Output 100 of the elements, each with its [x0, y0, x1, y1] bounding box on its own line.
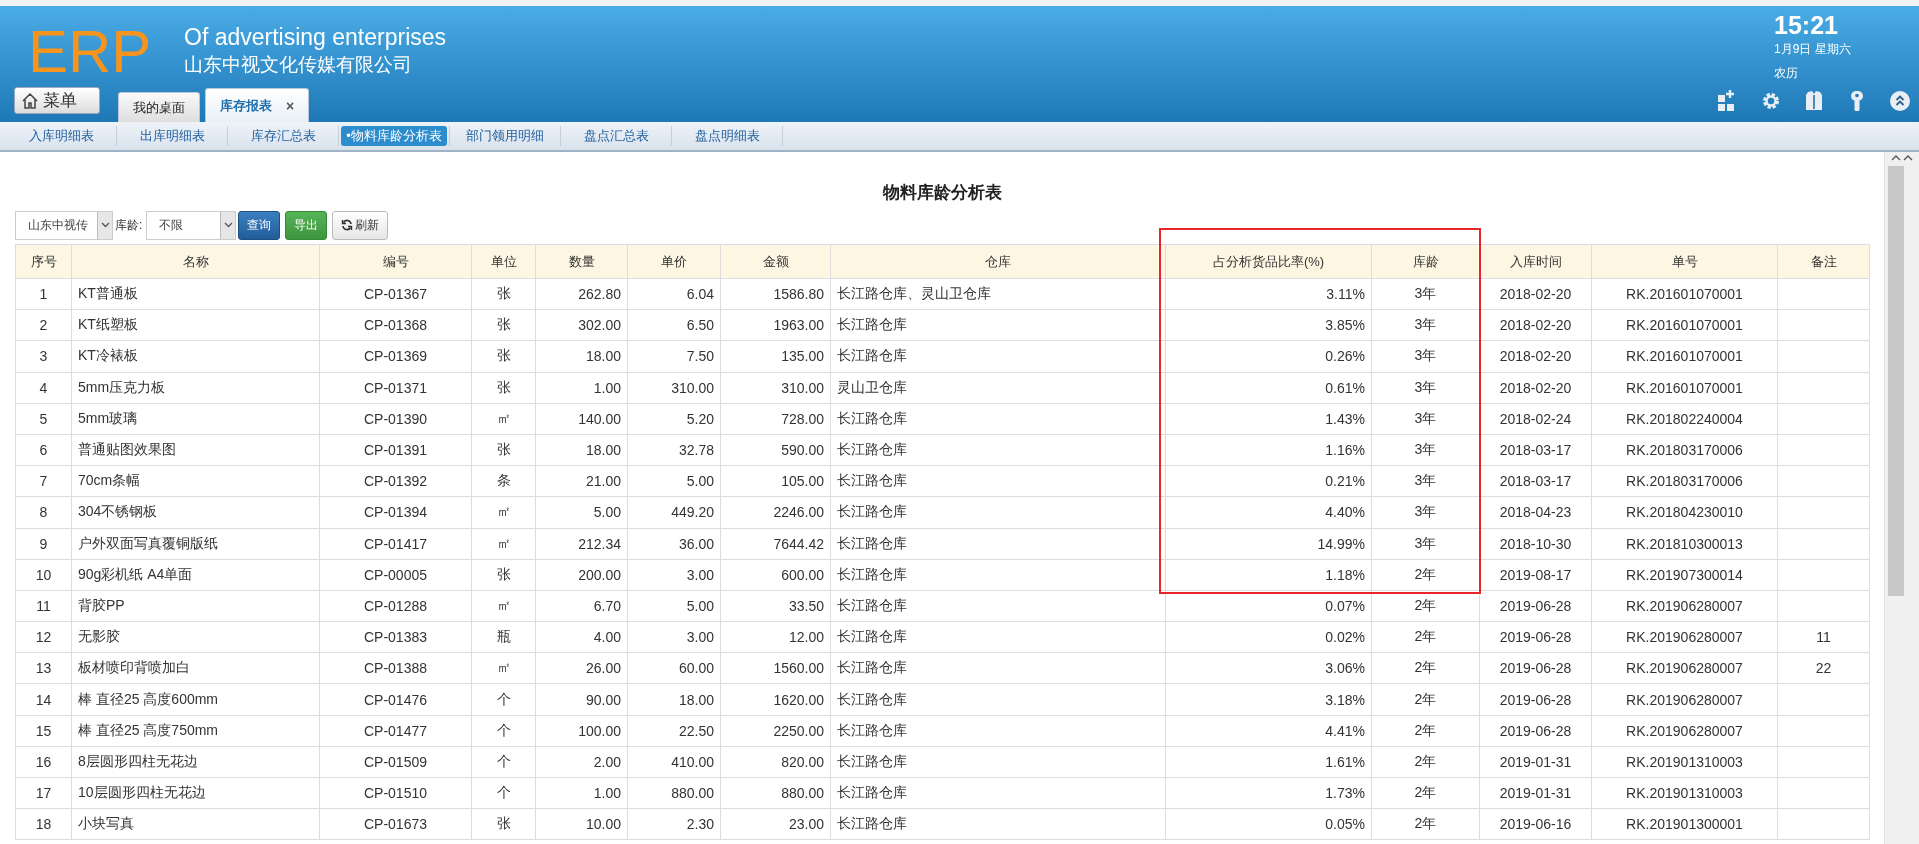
column-header: 编号	[319, 244, 472, 279]
table-cell: 18	[15, 808, 72, 840]
refresh-button[interactable]: 刷新	[332, 210, 389, 240]
table-cell: 8	[15, 496, 72, 528]
table-cell: RK.201601070001	[1591, 278, 1778, 310]
table-cell: 302.00	[535, 309, 628, 341]
menu-button[interactable]: 菜单	[14, 87, 100, 114]
table-cell: 2019-08-17	[1479, 559, 1592, 591]
table-cell: 3.11%	[1165, 278, 1372, 310]
table-cell: 张	[471, 808, 536, 840]
table-cell: 5mm玻璃	[71, 403, 320, 435]
table-cell: 140.00	[535, 403, 628, 435]
report-tab[interactable]: 库存汇总表	[245, 126, 321, 146]
table-cell: 板材喷印背喷加白	[71, 652, 320, 684]
table-cell: 36.00	[627, 528, 721, 560]
table-cell: CP-01394	[319, 496, 472, 528]
table-cell: 14	[15, 683, 72, 716]
table-cell: 0.02%	[1165, 621, 1372, 653]
table-cell: 6	[15, 434, 72, 466]
table-cell: ㎡	[471, 590, 536, 622]
table-cell: 22	[1777, 652, 1870, 684]
report-tab[interactable]: 盘点汇总表	[578, 126, 654, 146]
report-tab[interactable]: 部门领用明细	[461, 126, 549, 146]
table-cell: 张	[471, 559, 536, 591]
table-cell: 长江路仓库	[830, 528, 1166, 560]
shirt-icon[interactable]	[1803, 89, 1825, 112]
table-cell: 2019-06-28	[1479, 621, 1592, 653]
table-cell: 0.05%	[1165, 808, 1372, 840]
table-cell: RK.201803170006	[1591, 434, 1778, 466]
report-tab[interactable]: 出库明细表	[134, 126, 210, 146]
table-cell: 2018-03-17	[1479, 434, 1592, 466]
table-cell: 3.00	[627, 559, 721, 591]
column-header: 单位	[471, 244, 536, 279]
lunar-calendar-link[interactable]: 农历	[1774, 64, 1889, 82]
tab[interactable]: 库存报表 ×	[205, 88, 310, 122]
table-cell: 4.00	[535, 621, 628, 653]
table-cell: CP-01371	[319, 372, 472, 404]
table-cell: CP-01383	[319, 621, 472, 653]
table-cell: 0.26%	[1165, 340, 1372, 373]
table-cell: 条	[471, 465, 536, 497]
table-cell: 2	[15, 309, 72, 341]
scroll-up-icon[interactable]	[1890, 154, 1914, 162]
table-cell: RK.201906280007	[1591, 683, 1778, 716]
table-cell: 2019-06-28	[1479, 683, 1592, 716]
table-cell: 2018-02-20	[1479, 372, 1592, 404]
table-cell: KT普通板	[71, 278, 320, 310]
table-cell: 个	[471, 777, 536, 809]
table-cell: 长江路仓库	[830, 559, 1166, 591]
table-cell: 135.00	[720, 340, 831, 373]
table-cell: 2018-02-24	[1479, 403, 1592, 435]
close-icon[interactable]: ×	[286, 97, 295, 114]
table-cell: RK.201901300001	[1591, 808, 1778, 840]
table-cell: 2018-02-20	[1479, 278, 1592, 310]
table-cell: CP-01392	[319, 465, 472, 497]
table-cell: 长江路仓库、灵山卫仓库	[830, 278, 1166, 310]
table-cell: 26.00	[535, 652, 628, 684]
table-cell: 21.00	[535, 465, 628, 497]
refresh-icon	[341, 219, 354, 231]
query-button[interactable]: 查询	[238, 210, 281, 240]
report-tab[interactable]: 盘点明细表	[689, 126, 765, 146]
table-cell: 5.00	[627, 590, 721, 622]
export-button[interactable]: 导出	[285, 210, 328, 240]
table-cell: 8层圆形四柱无花边	[71, 746, 320, 778]
column-header: 名称	[71, 244, 320, 279]
table-cell: 1.18%	[1165, 559, 1372, 591]
table-cell: 4.41%	[1165, 715, 1372, 747]
table-cell: 449.20	[627, 496, 721, 528]
table-cell: 18.00	[535, 340, 628, 373]
chevron-down-icon	[100, 222, 110, 228]
table-cell: RK.201907300014	[1591, 559, 1778, 591]
report-tab[interactable]: •物料库龄分析表	[341, 126, 447, 146]
table-cell: 1.00	[535, 372, 628, 404]
table-cell: ㎡	[471, 528, 536, 560]
table-cell: 9	[15, 528, 72, 560]
tab[interactable]: 我的桌面	[118, 92, 200, 122]
collapse-icon[interactable]	[1889, 89, 1911, 112]
table-cell: 11	[1777, 621, 1870, 653]
table-cell: 10层圆形四柱无花边	[71, 777, 320, 809]
report-tab[interactable]: 入库明细表	[23, 126, 99, 146]
table-cell: 长江路仓库	[830, 715, 1166, 747]
table-cell: 3.85%	[1165, 309, 1372, 341]
table-cell: 728.00	[720, 403, 831, 435]
dropdown[interactable]: 山东中视传	[15, 210, 113, 240]
table-cell: 小块写真	[71, 808, 320, 840]
table-cell: 12.00	[720, 621, 831, 653]
table-cell: 1560.00	[720, 652, 831, 684]
table-cell: 212.34	[535, 528, 628, 560]
table-cell: 5	[15, 403, 72, 435]
chevron-down-icon	[223, 222, 233, 228]
table-cell: 长江路仓库	[830, 403, 1166, 435]
table-cell: 2019-01-31	[1479, 746, 1592, 778]
table-cell: 304不锈钢板	[71, 496, 320, 528]
table-cell: 105.00	[720, 465, 831, 497]
table-cell: 600.00	[720, 559, 831, 591]
dropdown[interactable]: 不限	[146, 210, 237, 240]
table-cell: 33.50	[720, 590, 831, 622]
table-cell: ㎡	[471, 496, 536, 528]
table-cell: 长江路仓库	[830, 746, 1166, 778]
table-cell: 5mm压克力板	[71, 372, 320, 404]
table-cell: 11	[15, 590, 72, 622]
